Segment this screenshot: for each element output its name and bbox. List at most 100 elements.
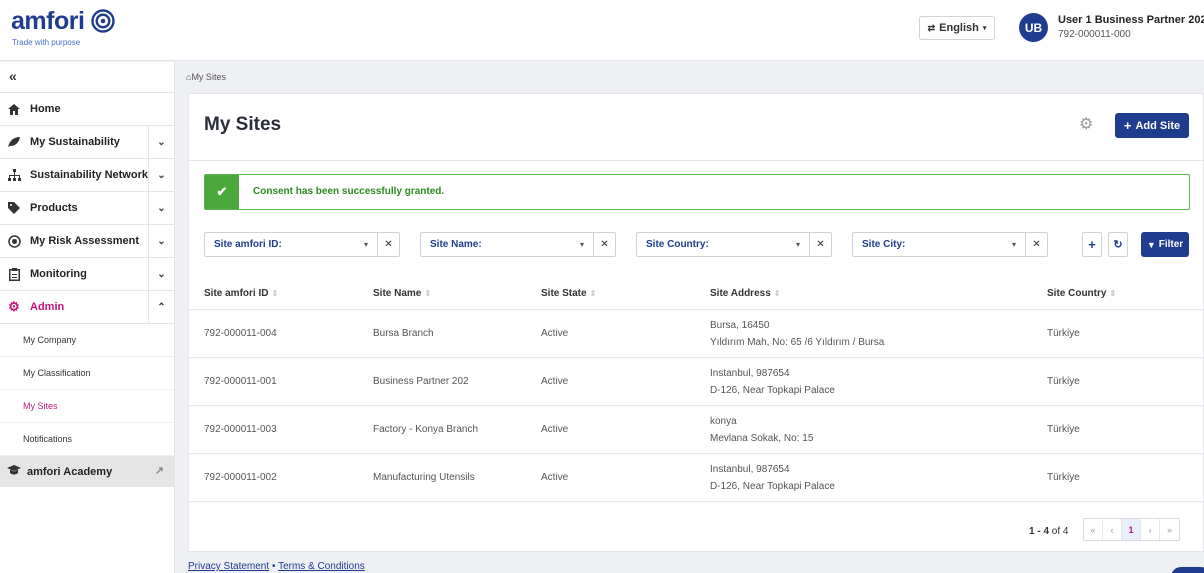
top-bar: amfori Trade with purpose ⇄ English ▾ UB…	[0, 0, 1204, 61]
sidebar-item-admin[interactable]: ⚙ Admin ⌃	[0, 291, 174, 324]
cell-site-name: Factory - Konya Branch	[373, 424, 479, 435]
clear-filter-icon[interactable]: ✕	[809, 233, 831, 256]
sidebar-subitem-my-classification[interactable]: My Classification	[0, 357, 174, 390]
cell-site-id: 792-000011-003	[204, 424, 277, 435]
sidebar-subitem-my-sites[interactable]: My Sites	[0, 390, 174, 423]
sidebar-subitem-notifications[interactable]: Notifications	[0, 423, 174, 456]
privacy-statement-link[interactable]: Privacy Statement	[188, 561, 269, 572]
chevron-down-icon[interactable]: ⌄	[148, 192, 174, 224]
cell-site-name: Business Partner 202	[373, 376, 469, 387]
sort-icon: ⇕	[773, 289, 781, 298]
filter-button[interactable]: ▼ Filter	[1141, 232, 1189, 257]
cell-site-state: Active	[541, 472, 569, 483]
logo-tagline: Trade with purpose	[12, 38, 81, 47]
avatar[interactable]: UB	[1019, 13, 1048, 42]
cell-site-id: 792-000011-001	[204, 376, 277, 387]
sidebar-item-monitoring[interactable]: Monitoring ⌄	[0, 258, 174, 291]
success-alert: ✔ Consent has been successfully granted.	[204, 174, 1190, 210]
pagination-range: 1 - 4	[1029, 526, 1050, 537]
user-name[interactable]: User 1 Business Partner 202 ▾	[1058, 14, 1204, 26]
sidebar-subitem-my-company[interactable]: My Company	[0, 324, 174, 357]
cell-address-line2: D-126, Near Topkapi Palace	[710, 385, 835, 396]
sidebar-item-amfori-academy[interactable]: amfori Academy ↗	[0, 456, 174, 487]
cell-site-state: Active	[541, 424, 569, 435]
sidebar-item-label: My Risk Assessment	[30, 235, 140, 247]
cell-site-state: Active	[541, 328, 569, 339]
caret-down-icon[interactable]: ▾	[1003, 240, 1025, 249]
cell-site-name: Bursa Branch	[373, 328, 434, 339]
filter-site-country[interactable]: Site Country: ▾ ✕	[636, 232, 832, 257]
translate-icon: ⇄	[927, 22, 936, 33]
column-header-site-amfori-id[interactable]: Site amfori ID ⇕	[204, 288, 278, 299]
caret-down-icon[interactable]: ▾	[355, 240, 377, 249]
sidebar-item-label: Admin	[30, 301, 65, 313]
caret-down-icon[interactable]: ▾	[787, 240, 809, 249]
page-title: My Sites	[204, 114, 282, 135]
caret-down-icon[interactable]: ▾	[571, 240, 593, 249]
table-row[interactable]: 792-000011-002 Manufacturing Utensils Ac…	[189, 454, 1203, 502]
cell-site-country: Türkiye	[1047, 424, 1080, 435]
clear-filter-icon[interactable]: ✕	[593, 233, 615, 256]
column-header-site-state[interactable]: Site State ⇕	[541, 288, 596, 299]
table-row[interactable]: 792-000011-003 Factory - Konya Branch Ac…	[189, 406, 1203, 454]
column-header-site-name[interactable]: Site Name ⇕	[373, 288, 431, 299]
table-row[interactable]: 792-000011-001 Business Partner 202 Acti…	[189, 358, 1203, 406]
column-header-site-country[interactable]: Site Country ⇕	[1047, 288, 1116, 299]
page-number-button[interactable]: 1	[1122, 519, 1141, 540]
filter-site-name[interactable]: Site Name: ▾ ✕	[420, 232, 616, 257]
filter-label: Site amfori ID:	[214, 239, 282, 250]
cell-site-id: 792-000011-002	[204, 472, 277, 483]
amfori-logo[interactable]: amfori Trade with purpose	[11, 9, 116, 47]
filter-label: Site City:	[862, 239, 906, 250]
terms-conditions-link[interactable]: Terms & Conditions	[278, 561, 365, 572]
last-page-icon[interactable]: »	[1160, 519, 1179, 540]
chevron-up-icon[interactable]: ⌃	[148, 291, 174, 323]
help-chat-button[interactable]	[1171, 567, 1204, 573]
prev-page-icon[interactable]: ‹	[1103, 519, 1122, 540]
funnel-icon: ▼	[1146, 239, 1156, 250]
cell-address-line1: konya	[710, 416, 737, 427]
sidebar-collapse-button[interactable]: «	[0, 62, 174, 93]
clear-filter-icon[interactable]: ✕	[1025, 233, 1047, 256]
sidebar-item-label: Products	[30, 202, 78, 214]
sidebar-item-my-sustainability[interactable]: My Sustainability ⌄	[0, 126, 174, 159]
sidebar-item-my-risk-assessment[interactable]: My Risk Assessment ⌄	[0, 225, 174, 258]
chevron-down-icon[interactable]: ⌄	[148, 126, 174, 158]
next-page-icon[interactable]: ›	[1141, 519, 1160, 540]
footer: Privacy Statement • Terms & Conditions	[188, 561, 365, 572]
gear-icon: ⚙	[8, 299, 20, 314]
checkmark-icon: ✔	[205, 175, 239, 209]
sort-icon: ⇕	[271, 289, 279, 298]
chevron-down-icon[interactable]: ⌄	[148, 225, 174, 257]
language-selector[interactable]: ⇄ English ▾	[919, 16, 995, 40]
external-link-icon: ↗	[154, 465, 164, 477]
settings-gear-icon[interactable]: ⚙	[1079, 117, 1095, 133]
filter-label: Site Name:	[430, 239, 482, 250]
sidebar-item-label: amfori Academy	[27, 465, 113, 478]
logo-mark-icon	[91, 9, 116, 33]
sort-icon: ⇕	[1109, 289, 1117, 298]
sidebar-item-products[interactable]: Products ⌄	[0, 192, 174, 225]
caret-down-icon: ▾	[982, 25, 987, 32]
filter-site-city[interactable]: Site City: ▾ ✕	[852, 232, 1048, 257]
reset-filter-refresh-icon[interactable]: ↻	[1108, 232, 1128, 257]
cell-site-id: 792-000011-004	[204, 328, 277, 339]
add-filter-plus-icon[interactable]: +	[1082, 232, 1102, 257]
sidebar-item-sustainability-network[interactable]: Sustainability Network ⌄	[0, 159, 174, 192]
breadcrumb-current: My Sites	[191, 72, 226, 82]
sidebar-item-label: Home	[30, 103, 61, 115]
pagination-summary: 1 - 4 of 4	[1029, 526, 1068, 537]
chevron-down-icon[interactable]: ⌄	[148, 159, 174, 191]
filter-label: Site Country:	[646, 239, 709, 250]
plus-icon: +	[1123, 118, 1132, 133]
pagination-total: of 4	[1051, 526, 1069, 537]
cell-address-line2: Yıldırım Mah, No: 65 /6 Yıldırım / Bursa	[710, 337, 885, 348]
filter-site-amfori-id[interactable]: Site amfori ID: ▾ ✕	[204, 232, 400, 257]
table-row[interactable]: 792-000011-004 Bursa Branch Active Bursa…	[189, 310, 1203, 358]
clear-filter-icon[interactable]: ✕	[377, 233, 399, 256]
first-page-icon[interactable]: «	[1084, 519, 1103, 540]
chevron-down-icon[interactable]: ⌄	[148, 258, 174, 290]
add-site-button[interactable]: + Add Site	[1115, 113, 1189, 138]
sidebar-item-home[interactable]: Home	[0, 93, 174, 126]
column-header-site-address[interactable]: Site Address ⇕	[710, 288, 780, 299]
